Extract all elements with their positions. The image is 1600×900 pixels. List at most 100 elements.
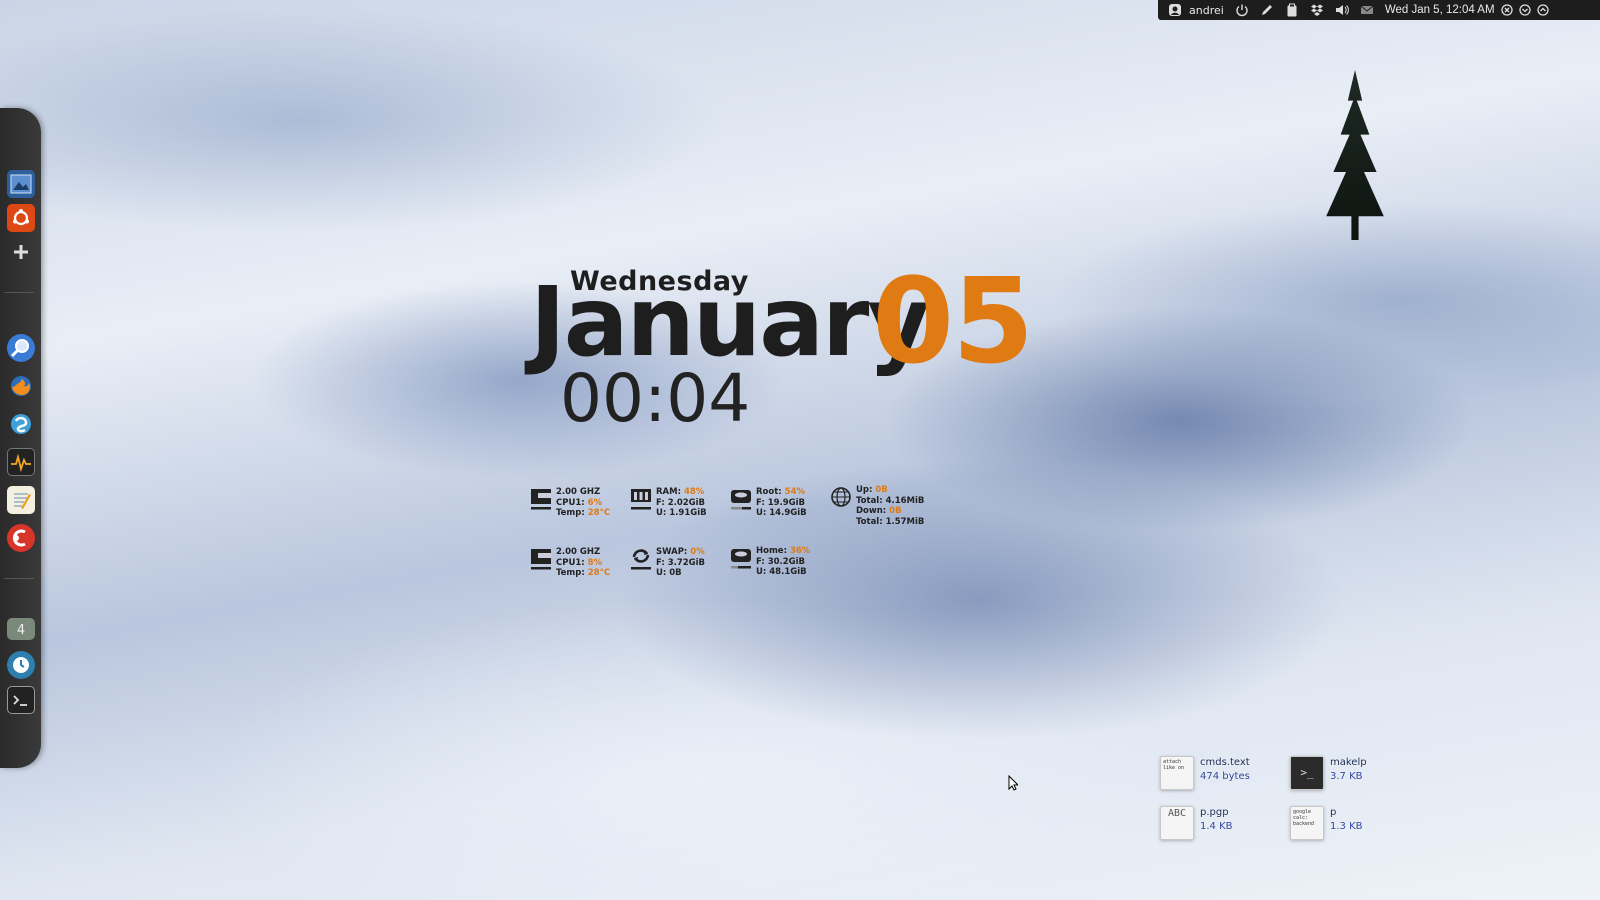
close-circle-icon <box>1500 4 1513 16</box>
desktop-file-cmds-text[interactable]: attach like on cmds.text 474 bytes <box>1160 756 1250 790</box>
system-monitor-button[interactable] <box>7 448 35 476</box>
swirl-app-icon <box>11 414 31 434</box>
cpu-usage-row: CPU1: 8% <box>556 557 603 568</box>
cpu-icon <box>530 487 552 511</box>
cpu-freq: 2.00 GHZ <box>556 487 601 497</box>
clipboard-icon <box>1287 3 1297 17</box>
notepad-icon <box>14 493 31 509</box>
file-size: 474 bytes <box>1200 771 1250 782</box>
maximize-window-button[interactable] <box>1536 4 1549 16</box>
launcher-dock: 4 <box>0 108 41 768</box>
ubuntu-software-button[interactable] <box>7 204 35 232</box>
mail-icon <box>1360 5 1374 14</box>
clock-date: 05 <box>872 252 1034 390</box>
top-panel: andrei Wed Jan 5, 12:04 AM <box>1158 0 1600 20</box>
ram-free: F: 2.02GiB <box>656 497 706 508</box>
volume-icon <box>1335 5 1349 15</box>
power-icon <box>1236 4 1248 17</box>
skype-button[interactable] <box>7 410 35 438</box>
cpu-usage-value: 8% <box>587 557 603 568</box>
net-up-value: 0B <box>875 485 888 495</box>
workspace-icon <box>10 174 32 194</box>
desktop-file-makelp[interactable]: >_ makelp 3.7 KB <box>1290 756 1367 790</box>
root-disk-monitor: Root: 54% F: 19.9GiB U: 14.9GiB <box>730 487 807 519</box>
cpu-temp-value: 28°C <box>587 508 611 518</box>
firefox-button[interactable] <box>7 372 35 400</box>
clock-icon <box>13 657 29 673</box>
swap-usage-row: SWAP: 0% <box>656 547 705 557</box>
workspace-number-icon: 4 <box>17 623 25 638</box>
ram-icon <box>630 487 652 511</box>
net-up-total: Total: 4.16MiB <box>856 495 925 506</box>
ubuntu-logo-icon <box>13 209 29 226</box>
workspace-switcher-button[interactable] <box>7 170 35 198</box>
swap-icon <box>630 547 652 571</box>
pen-icon <box>1261 5 1272 15</box>
add-launcher-button[interactable] <box>7 238 35 266</box>
terminal-button[interactable] <box>7 686 35 714</box>
disk-icon <box>730 487 752 511</box>
panel-clock[interactable]: Wed Jan 5, 12:04 AM <box>1385 4 1495 16</box>
pen-indicator[interactable] <box>1260 3 1274 17</box>
cpu-monitor-2: 2.00 GHZ CPU1: 8% Temp: 28°C <box>530 547 610 579</box>
file-name: p <box>1330 807 1337 818</box>
desktop-file-p-pgp[interactable]: ABC p.pgp 1.4 KB <box>1160 806 1233 840</box>
net-down-total: Total: 1.57MiB <box>856 516 925 527</box>
root-usage-row: Root: 54% <box>756 487 806 497</box>
dock-app-button[interactable] <box>7 524 35 552</box>
swap-free: F: 3.72GiB <box>656 557 706 568</box>
firefox-icon <box>11 376 31 396</box>
power-menu[interactable] <box>1235 3 1249 17</box>
clock-app-button[interactable] <box>7 651 35 679</box>
dropbox-indicator[interactable] <box>1310 3 1324 17</box>
cpu-monitor-1: 2.00 GHZ CPU1: 6% Temp: 28°C <box>530 487 610 519</box>
home-usage-row: Home: 36% <box>756 546 811 556</box>
ram-usage-row: RAM: 48% <box>656 487 705 497</box>
cpu-temp-row: Temp: 28°C <box>556 508 611 518</box>
search-app-button[interactable] <box>7 334 35 362</box>
network-monitor: Up: 0B Total: 4.16MiB Down: 0B Total: 1.… <box>830 485 924 527</box>
ram-monitor: RAM: 48% F: 2.02GiB U: 1.91GiB <box>630 487 707 519</box>
swap-used: U: 0B <box>656 568 682 578</box>
dock-separator <box>4 578 34 579</box>
swap-usage-value: 0% <box>690 547 705 557</box>
clipboard-indicator[interactable] <box>1285 3 1299 17</box>
mouse-pointer-icon <box>1008 775 1018 791</box>
chevron-circle-icon <box>1518 4 1531 16</box>
dock-separator <box>4 292 34 293</box>
up-circle-icon <box>1536 4 1549 16</box>
minimize-window-button[interactable] <box>1518 4 1531 16</box>
plus-icon <box>14 245 28 259</box>
home-disk-monitor: Home: 36% F: 30.2GiB U: 48.1GiB <box>730 546 810 578</box>
volume-indicator[interactable] <box>1335 3 1349 17</box>
home-used: U: 48.1GiB <box>756 567 807 577</box>
file-name: p.pgp <box>1200 807 1229 818</box>
mail-indicator[interactable] <box>1360 3 1374 17</box>
terminal-script-icon: >_ <box>1290 756 1324 790</box>
text-editor-button[interactable] <box>7 486 35 514</box>
user-menu[interactable]: andrei <box>1168 3 1224 17</box>
clock-weekday: Wednesday <box>570 266 749 297</box>
home-usage-value: 36% <box>789 546 811 556</box>
net-down-row: Down: 0B <box>856 506 902 516</box>
cpu-usage-row: CPU1: 6% <box>556 497 603 508</box>
text-file-icon: attach like on <box>1160 756 1194 790</box>
workspace-4-button[interactable]: 4 <box>7 618 35 640</box>
cpu-icon <box>530 547 552 571</box>
svg-text:4: 4 <box>17 623 25 638</box>
file-size: 1.4 KB <box>1200 821 1233 832</box>
clock-time: 00:04 <box>560 360 751 437</box>
root-usage-value: 54% <box>784 487 806 497</box>
file-size: 1.3 KB <box>1330 821 1363 832</box>
desktop-file-p[interactable]: google calc: backend p 1.3 KB <box>1290 806 1363 840</box>
user-name: andrei <box>1189 3 1224 17</box>
file-name: cmds.text <box>1200 757 1250 768</box>
net-up-row: Up: 0B <box>856 485 888 495</box>
ram-used: U: 1.91GiB <box>656 508 707 518</box>
disk-icon <box>730 546 752 570</box>
cpu-usage-value: 6% <box>587 497 603 508</box>
root-free: F: 19.9GiB <box>756 497 806 508</box>
close-window-button[interactable] <box>1500 4 1513 16</box>
terminal-icon <box>13 695 27 706</box>
root-used: U: 14.9GiB <box>756 508 807 518</box>
